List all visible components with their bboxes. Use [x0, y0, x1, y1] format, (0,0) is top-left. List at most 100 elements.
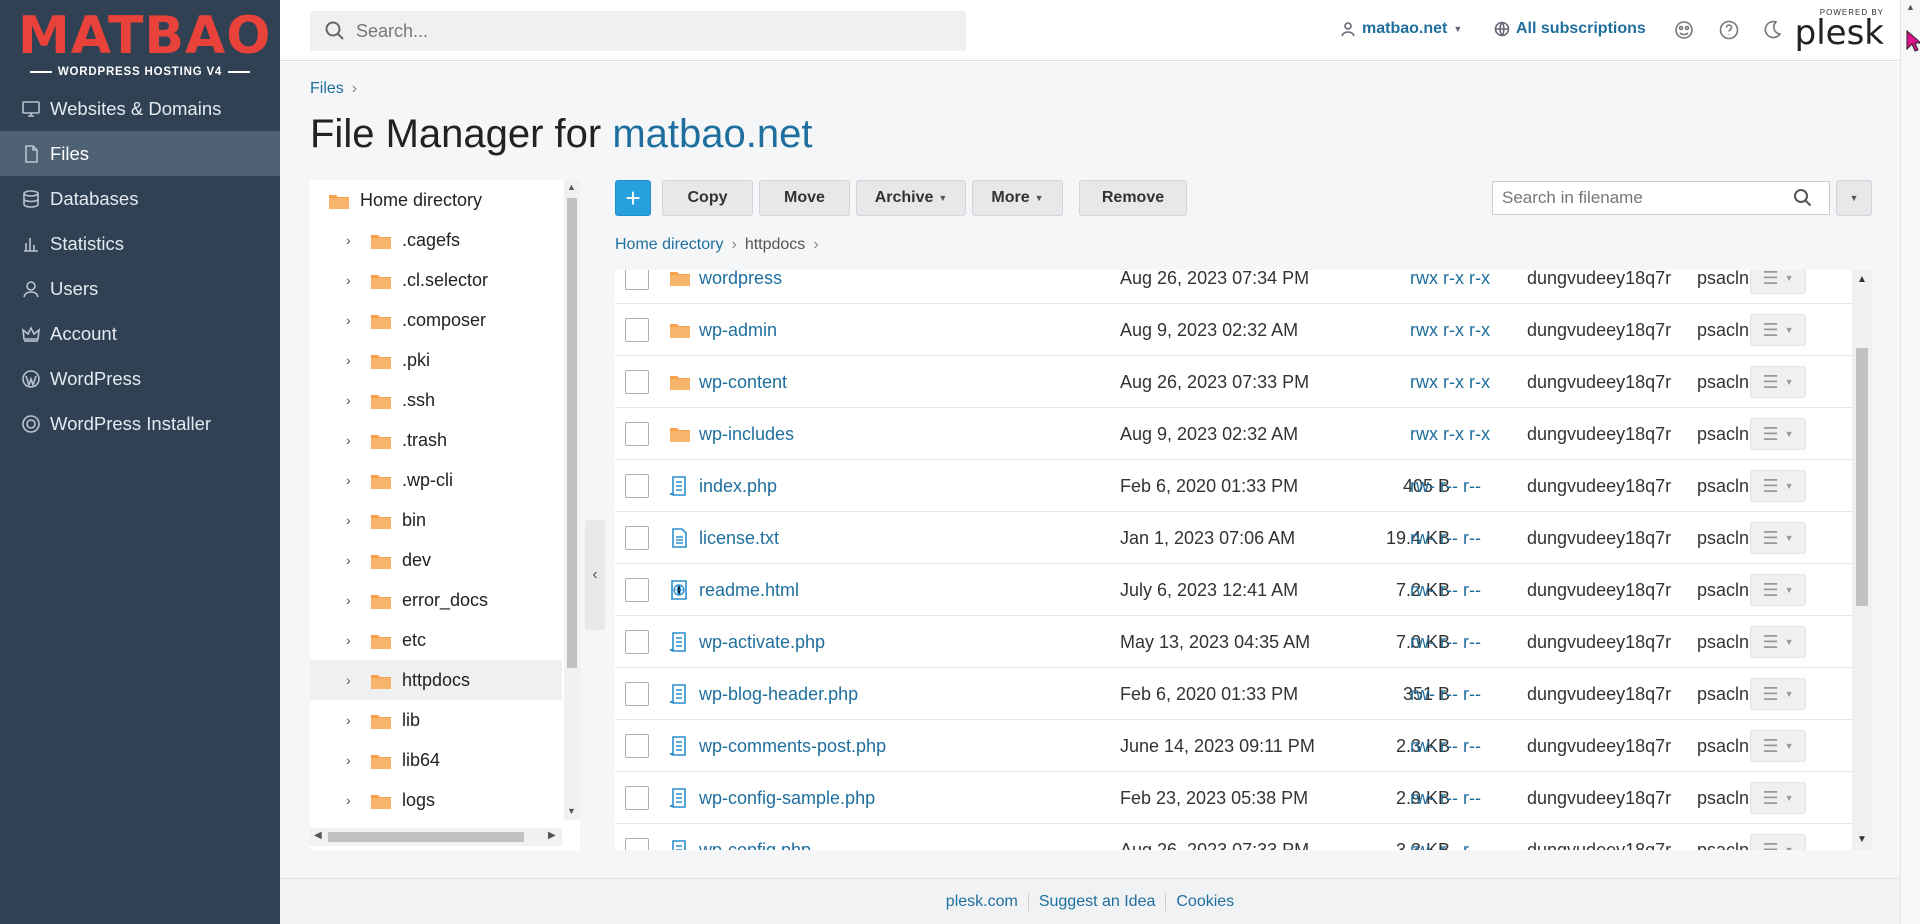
tree-item[interactable]: › .cagefs — [310, 220, 562, 260]
footer-suggest-link[interactable]: Suggest an Idea — [1029, 893, 1166, 911]
row-checkbox[interactable] — [625, 564, 651, 616]
file-permissions-link[interactable]: rw- r-- r-- — [1410, 564, 1481, 616]
row-actions-menu[interactable]: ☰ ▼ — [1750, 522, 1806, 554]
page-title-domain[interactable]: matbao.net — [612, 112, 812, 156]
file-permissions-link[interactable]: rwx r-x r-x — [1410, 356, 1490, 408]
file-list-scrollbar[interactable]: ▲ ▼ — [1852, 270, 1872, 850]
tree-item[interactable]: › httpdocs — [310, 660, 562, 700]
chevron-right-icon[interactable]: › — [346, 712, 360, 728]
file-permissions-link[interactable]: rw- r-- r-- — [1410, 772, 1481, 824]
row-checkbox[interactable] — [625, 668, 651, 720]
tree-item-home-directory[interactable]: Home directory — [310, 180, 562, 220]
file-name-link[interactable]: wp-config.php — [669, 824, 811, 850]
add-button[interactable]: + — [615, 180, 651, 216]
table-row[interactable]: readme.html July 6, 2023 12:41 AM 7.2 KB rw… — [615, 564, 1852, 616]
file-permissions-link[interactable]: rw- r-- r-- — [1410, 720, 1481, 772]
search-options-button[interactable]: ▼ — [1836, 180, 1872, 216]
path-home[interactable]: Home directory — [615, 236, 723, 253]
file-permissions-link[interactable]: rwx r-x r-x — [1410, 408, 1490, 460]
sidebar-item-wordpress[interactable]: WordPress — [0, 356, 280, 401]
chevron-right-icon[interactable]: › — [346, 512, 360, 528]
scroll-up-icon[interactable]: ▲ — [1906, 2, 1915, 12]
sidebar-item-files[interactable]: Files — [0, 131, 280, 176]
tree-horizontal-scrollbar[interactable]: ◀ ▶ — [310, 828, 562, 846]
tree-item[interactable]: › .ssh — [310, 380, 562, 420]
tree-item[interactable]: › .cl.selector — [310, 260, 562, 300]
remove-button[interactable]: Remove — [1079, 180, 1187, 216]
sidebar-item-websites-domains[interactable]: Websites & Domains — [0, 86, 280, 131]
scroll-thumb[interactable] — [1856, 348, 1868, 606]
chevron-right-icon[interactable]: › — [346, 472, 360, 488]
sidebar-item-databases[interactable]: Databases — [0, 176, 280, 221]
file-name-link[interactable]: wordpress — [669, 270, 782, 304]
scroll-thumb[interactable] — [567, 198, 577, 668]
row-checkbox[interactable] — [625, 460, 651, 512]
file-name-link[interactable]: wp-comments-post.php — [669, 720, 886, 772]
chevron-right-icon[interactable]: › — [346, 312, 360, 328]
table-row[interactable]: wp-activate.php May 13, 2023 04:35 AM 7.0 … — [615, 616, 1852, 668]
tree-item[interactable]: › .pki — [310, 340, 562, 380]
file-name-link[interactable]: wp-activate.php — [669, 616, 825, 668]
chevron-right-icon[interactable]: › — [346, 672, 360, 688]
domain-switcher[interactable]: matbao.net ▼ — [1340, 20, 1462, 38]
chevron-right-icon[interactable]: › — [346, 272, 360, 288]
file-permissions-link[interactable]: rw- r-- r-- — [1410, 824, 1481, 851]
tree-collapse-handle[interactable]: ‹ — [585, 520, 605, 630]
row-checkbox[interactable] — [625, 720, 651, 772]
chevron-right-icon[interactable]: › — [346, 232, 360, 248]
copy-button[interactable]: Copy — [662, 180, 753, 216]
tree-item[interactable]: › error_docs — [310, 580, 562, 620]
global-search-input[interactable] — [356, 20, 936, 42]
table-row[interactable]: wp-blog-header.php Feb 6, 2020 01:33 PM 35… — [615, 668, 1852, 720]
sidebar-item-account[interactable]: Account — [0, 311, 280, 356]
tree-item[interactable]: › bin — [310, 500, 562, 540]
chevron-right-icon[interactable]: › — [346, 552, 360, 568]
tree-vertical-scrollbar[interactable]: ▲ ▼ — [564, 180, 580, 820]
row-checkbox[interactable] — [625, 512, 651, 564]
chevron-right-icon[interactable]: › — [346, 392, 360, 408]
row-checkbox[interactable] — [625, 772, 651, 824]
sidebar-item-statistics[interactable]: Statistics — [0, 221, 280, 266]
row-checkbox[interactable] — [625, 356, 651, 408]
row-checkbox[interactable] — [625, 408, 651, 460]
scroll-up-icon[interactable]: ▲ — [1857, 274, 1867, 285]
chevron-right-icon[interactable]: › — [346, 632, 360, 648]
file-name-link[interactable]: readme.html — [669, 564, 799, 616]
window-scrollbar[interactable]: ▲ — [1900, 0, 1920, 924]
scroll-down-icon[interactable]: ▼ — [1857, 834, 1867, 845]
row-actions-menu[interactable]: ☰ ▼ — [1750, 782, 1806, 814]
file-name-link[interactable]: index.php — [669, 460, 777, 512]
more-button[interactable]: More ▼ — [972, 180, 1063, 216]
scroll-thumb[interactable] — [328, 832, 524, 842]
global-search[interactable] — [310, 11, 966, 51]
scroll-right-icon[interactable]: ▶ — [548, 830, 556, 841]
chevron-right-icon[interactable]: › — [346, 352, 360, 368]
table-row[interactable]: wp-config-sample.php Feb 23, 2023 05:38 P… — [615, 772, 1852, 824]
archive-button[interactable]: Archive ▼ — [856, 180, 966, 216]
table-row[interactable]: wp-comments-post.php June 14, 2023 09:11 … — [615, 720, 1852, 772]
file-permissions-link[interactable]: rwx r-x r-x — [1410, 304, 1490, 356]
row-actions-menu[interactable]: ☰ ▼ — [1750, 834, 1806, 850]
tree-item[interactable]: › lib — [310, 700, 562, 740]
table-row[interactable]: wp-includes Aug 9, 2023 02:32 AM rwx r-x r… — [615, 408, 1852, 460]
move-button[interactable]: Move — [759, 180, 850, 216]
tree-item[interactable]: › .trash — [310, 420, 562, 460]
chevron-right-icon[interactable]: › — [346, 792, 360, 808]
table-row[interactable]: index.php Feb 6, 2020 01:33 PM 405 Brw- r-… — [615, 460, 1852, 512]
file-permissions-link[interactable]: rw- r-- r-- — [1410, 512, 1481, 564]
row-actions-menu[interactable]: ☰ ▼ — [1750, 314, 1806, 346]
row-actions-menu[interactable]: ☰ ▼ — [1750, 418, 1806, 450]
breadcrumb-files[interactable]: Files — [310, 80, 344, 97]
file-name-link[interactable]: license.txt — [669, 512, 779, 564]
tree-item[interactable]: › etc — [310, 620, 562, 660]
file-permissions-link[interactable]: rw- r-- r-- — [1410, 460, 1481, 512]
table-row[interactable]: license.txt Jan 1, 2023 07:06 AM 19.4 KB rw… — [615, 512, 1852, 564]
tree-item[interactable]: › .composer — [310, 300, 562, 340]
footer-plesk-link[interactable]: plesk.com — [936, 893, 1028, 911]
file-permissions-link[interactable]: rw- r-- r-- — [1410, 616, 1481, 668]
all-subscriptions-link[interactable]: All subscriptions — [1494, 20, 1646, 38]
file-name-link[interactable]: wp-config-sample.php — [669, 772, 875, 824]
row-actions-menu[interactable]: ☰ ▼ — [1750, 270, 1806, 294]
table-row[interactable]: wordpress Aug 26, 2023 07:34 PM rwx r-x r-… — [615, 270, 1852, 304]
scroll-left-icon[interactable]: ◀ — [314, 830, 322, 841]
